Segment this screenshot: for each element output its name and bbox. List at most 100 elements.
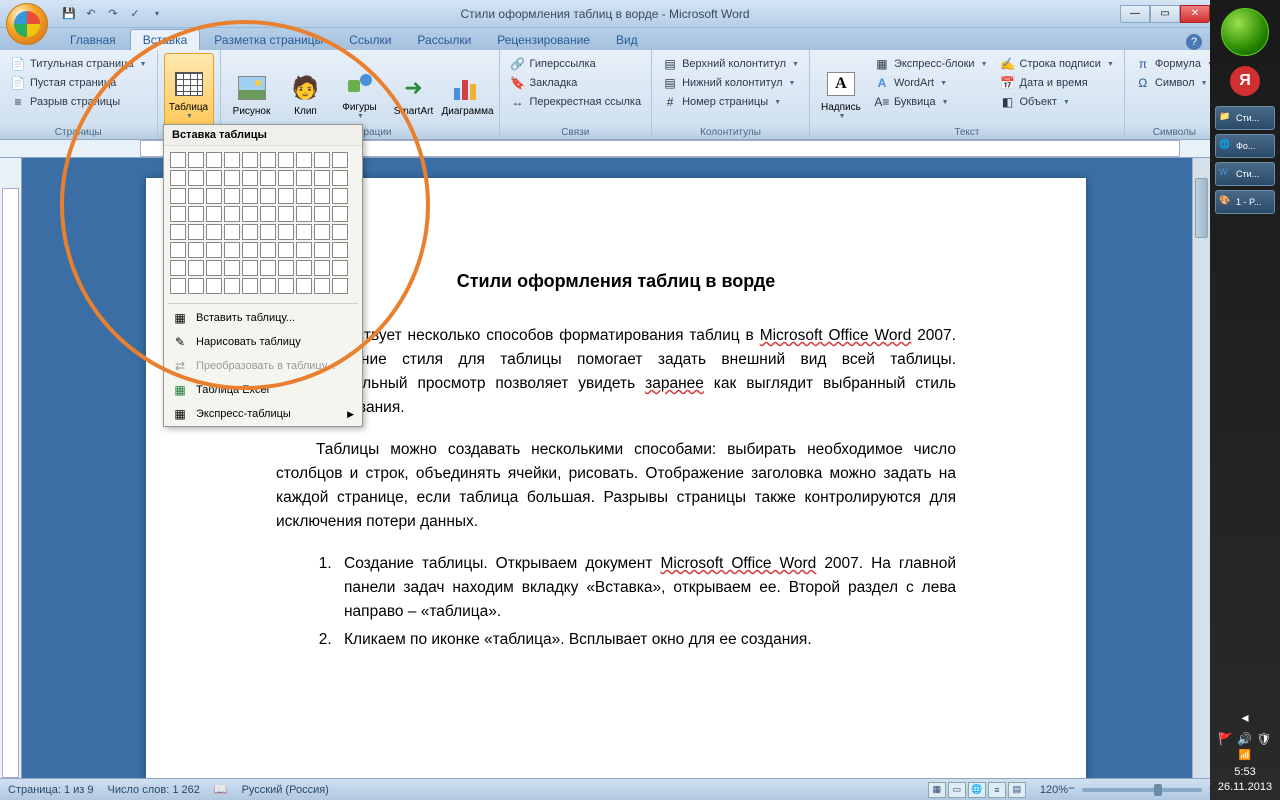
grid-cell[interactable] xyxy=(296,152,312,168)
grid-cell[interactable] xyxy=(314,188,330,204)
minimize-button[interactable]: — xyxy=(1120,5,1150,23)
view-web[interactable]: 🌐 xyxy=(968,782,986,798)
grid-cell[interactable] xyxy=(224,188,240,204)
grid-cell[interactable] xyxy=(224,260,240,276)
vertical-ruler[interactable] xyxy=(0,158,22,778)
grid-cell[interactable] xyxy=(206,188,222,204)
grid-cell[interactable] xyxy=(242,152,258,168)
grid-cell[interactable] xyxy=(314,278,330,294)
grid-cell[interactable] xyxy=(296,170,312,186)
sigline-button[interactable]: ✍Строка подписи▼ xyxy=(996,55,1118,73)
object-button[interactable]: ◧Объект▼ xyxy=(996,93,1118,111)
undo-icon[interactable]: ↶ xyxy=(82,5,100,23)
grid-cell[interactable] xyxy=(242,242,258,258)
grid-cell[interactable] xyxy=(278,206,294,222)
datetime-button[interactable]: 📅Дата и время xyxy=(996,74,1118,92)
taskbar-item[interactable]: 🎨1 - P... xyxy=(1215,190,1275,214)
grid-cell[interactable] xyxy=(242,170,258,186)
grid-cell[interactable] xyxy=(224,152,240,168)
view-draft[interactable]: ▤ xyxy=(1008,782,1026,798)
grid-cell[interactable] xyxy=(296,206,312,222)
grid-cell[interactable] xyxy=(242,224,258,240)
view-print-layout[interactable]: ▦ xyxy=(928,782,946,798)
grid-cell[interactable] xyxy=(206,206,222,222)
grid-cell[interactable] xyxy=(206,260,222,276)
zoom-thumb[interactable] xyxy=(1154,784,1162,796)
grid-cell[interactable] xyxy=(242,206,258,222)
grid-cell[interactable] xyxy=(224,170,240,186)
grid-cell[interactable] xyxy=(224,278,240,294)
grid-cell[interactable] xyxy=(242,278,258,294)
grid-cell[interactable] xyxy=(332,206,348,222)
grid-cell[interactable] xyxy=(224,224,240,240)
grid-cell[interactable] xyxy=(170,188,186,204)
network-icon[interactable]: 📶 xyxy=(1210,750,1280,761)
pagenum-button[interactable]: #Номер страницы▼ xyxy=(658,93,803,111)
yandex-icon[interactable]: Я xyxy=(1230,66,1260,96)
quickparts-button[interactable]: ▦Экспресс-блоки▼ xyxy=(870,55,992,73)
grid-cell[interactable] xyxy=(278,188,294,204)
quick-tables-item[interactable]: ▦Экспресс-таблицы▶ xyxy=(164,402,362,426)
grid-cell[interactable] xyxy=(296,278,312,294)
grid-cell[interactable] xyxy=(278,224,294,240)
grid-cell[interactable] xyxy=(314,152,330,168)
grid-cell[interactable] xyxy=(314,170,330,186)
grid-cell[interactable] xyxy=(188,188,204,204)
grid-cell[interactable] xyxy=(260,278,276,294)
taskbar-item[interactable]: 🌐Фо... xyxy=(1215,134,1275,158)
grid-cell[interactable] xyxy=(332,278,348,294)
grid-cell[interactable] xyxy=(170,152,186,168)
tab-references[interactable]: Ссылки xyxy=(337,30,403,50)
scroll-thumb[interactable] xyxy=(1195,178,1208,238)
chart-button[interactable]: Диаграмма xyxy=(443,53,493,136)
grid-cell[interactable] xyxy=(278,278,294,294)
maximize-button[interactable]: ▭ xyxy=(1150,5,1180,23)
cover-page-button[interactable]: 📄Титульная страница▼ xyxy=(6,55,151,73)
grid-cell[interactable] xyxy=(170,242,186,258)
grid-cell[interactable] xyxy=(170,224,186,240)
grid-cell[interactable] xyxy=(260,188,276,204)
grid-cell[interactable] xyxy=(260,260,276,276)
grid-cell[interactable] xyxy=(260,170,276,186)
tray-arrow-icon[interactable]: ◂ xyxy=(1210,709,1280,726)
grid-cell[interactable] xyxy=(332,242,348,258)
tab-view[interactable]: Вид xyxy=(604,30,650,50)
tab-insert[interactable]: Вставка xyxy=(130,29,201,50)
grid-cell[interactable] xyxy=(206,242,222,258)
grid-cell[interactable] xyxy=(332,260,348,276)
taskbar-item[interactable]: WСти... xyxy=(1215,162,1275,186)
hyperlink-button[interactable]: 🔗Гиперссылка xyxy=(506,55,646,73)
insert-table-item[interactable]: ▦Вставить таблицу... xyxy=(164,306,362,330)
grid-cell[interactable] xyxy=(206,278,222,294)
tab-mailings[interactable]: Рассылки xyxy=(405,30,483,50)
wordart-button[interactable]: AWordArt▼ xyxy=(870,74,992,92)
table-grid-picker[interactable] xyxy=(164,146,362,301)
grid-cell[interactable] xyxy=(260,152,276,168)
header-button[interactable]: ▤Верхний колонтитул▼ xyxy=(658,55,803,73)
help-icon[interactable]: ? xyxy=(1186,34,1202,50)
grid-cell[interactable] xyxy=(296,242,312,258)
blank-page-button[interactable]: 📄Пустая страница xyxy=(6,74,151,92)
zoom-slider[interactable] xyxy=(1082,788,1202,792)
grid-cell[interactable] xyxy=(260,206,276,222)
symbol-button[interactable]: ΩСимвол▼ xyxy=(1131,74,1218,92)
start-button[interactable] xyxy=(1221,8,1269,56)
spellcheck-icon[interactable]: ✓ xyxy=(126,5,144,23)
status-proofing-icon[interactable]: 📖 xyxy=(214,783,228,796)
equation-button[interactable]: πФормула▼ xyxy=(1131,55,1218,73)
grid-cell[interactable] xyxy=(224,242,240,258)
office-button[interactable] xyxy=(6,3,48,45)
grid-cell[interactable] xyxy=(314,206,330,222)
grid-cell[interactable] xyxy=(314,224,330,240)
grid-cell[interactable] xyxy=(332,188,348,204)
grid-cell[interactable] xyxy=(242,188,258,204)
qat-customize-icon[interactable]: ▾ xyxy=(148,5,166,23)
smartart-button[interactable]: ➜SmartArt xyxy=(389,53,439,136)
clock[interactable]: 5:53 26.11.2013 xyxy=(1210,765,1280,794)
draw-table-item[interactable]: ✎Нарисовать таблицу xyxy=(164,330,362,354)
vertical-scrollbar[interactable] xyxy=(1192,158,1210,778)
grid-cell[interactable] xyxy=(206,224,222,240)
grid-cell[interactable] xyxy=(188,278,204,294)
bookmark-button[interactable]: 🔖Закладка xyxy=(506,74,646,92)
grid-cell[interactable] xyxy=(224,206,240,222)
